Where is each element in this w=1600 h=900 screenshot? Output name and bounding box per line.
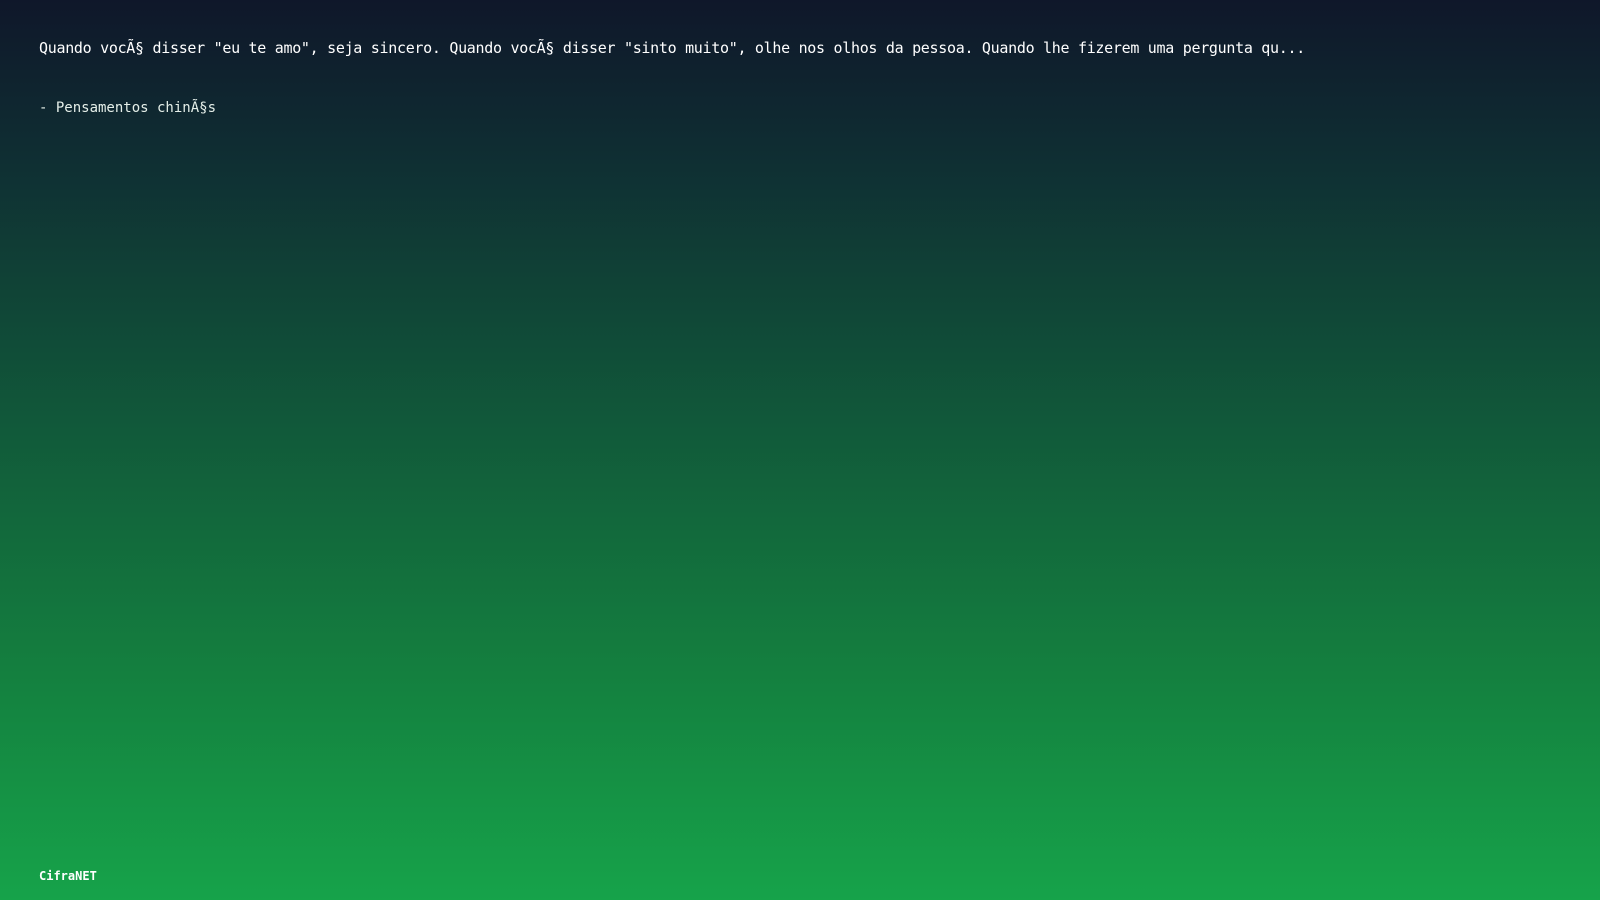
brand-name: CifraNET (39, 869, 97, 883)
quote-text: Quando vocÃ§ disser "eu te amo", seja si… (39, 39, 1305, 57)
quote-author: - Pensamentos chinÃ§s (39, 100, 217, 116)
